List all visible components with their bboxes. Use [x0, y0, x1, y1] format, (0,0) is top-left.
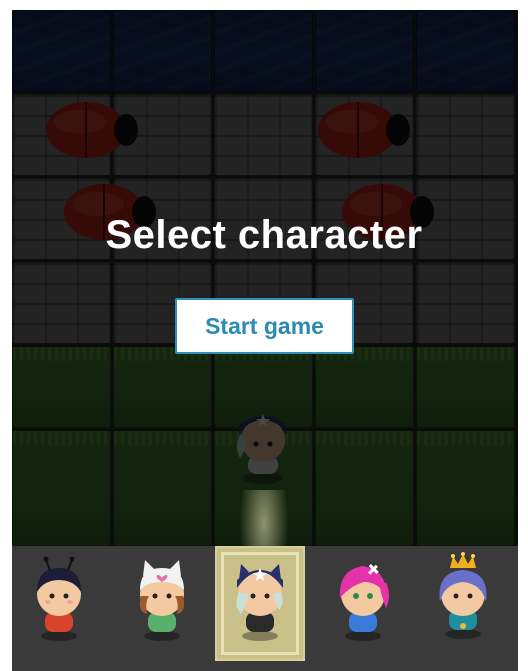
girl-with-pink-hair-icon: [339, 564, 389, 641]
character-slot-girl-with-pink-hair[interactable]: [318, 546, 408, 661]
select-character-title: Select character: [105, 213, 423, 257]
character-slot-boy-with-blue-cap[interactable]: [215, 546, 305, 661]
princess-with-crown-icon: [439, 552, 487, 639]
girl-with-cat-hat-icon: [139, 560, 185, 641]
character-slot-princess-with-crown[interactable]: [420, 546, 510, 661]
boy-with-antennae-icon: [37, 556, 81, 641]
character-slot-boy-with-antennae[interactable]: [14, 546, 104, 661]
start-game-button[interactable]: Start game: [175, 298, 354, 354]
character-slot-girl-with-cat-hat[interactable]: [117, 546, 207, 661]
dim-overlay: [12, 10, 518, 546]
boy-with-blue-cap-icon: [236, 564, 283, 641]
